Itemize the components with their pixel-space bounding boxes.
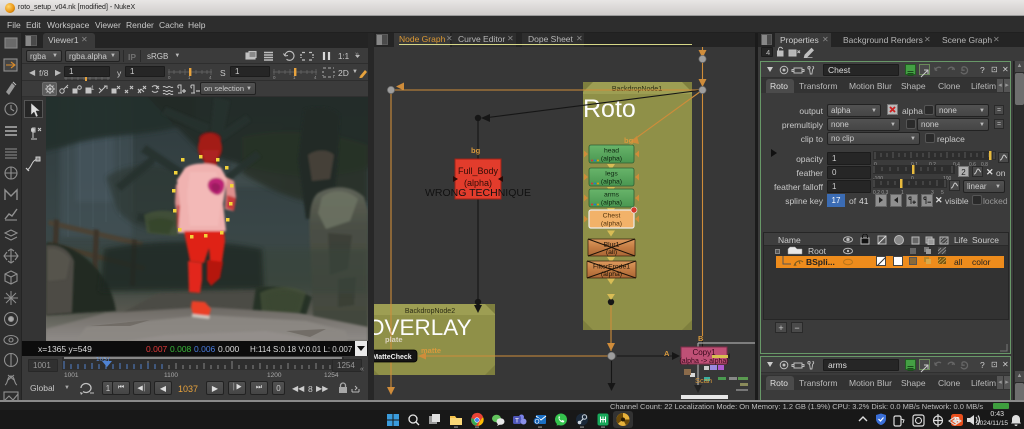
svg-text:Chest: Chest	[603, 213, 621, 220]
svg-text:(alpha): (alpha)	[601, 179, 622, 186]
svg-text:B: B	[698, 334, 704, 343]
svg-text:0: 0	[168, 75, 171, 79]
svg-text:bg: bg	[471, 146, 481, 155]
svg-text:4: 4	[209, 75, 212, 79]
svg-text:(alpha -> alpha): (alpha -> alpha)	[679, 358, 728, 365]
svg-text:(all): (all)	[606, 249, 617, 256]
svg-text:1: 1	[91, 86, 95, 92]
svg-text:A: A	[664, 349, 670, 358]
svg-text:legs: legs	[605, 171, 618, 178]
svg-text:(alpha): (alpha)	[601, 221, 622, 228]
svg-text:FilterErode1: FilterErode1	[593, 264, 630, 271]
svg-text:1:1: 1:1	[338, 52, 350, 61]
svg-text:(alpha): (alpha)	[601, 271, 622, 278]
svg-text:4: 4	[314, 75, 317, 79]
svg-text:matte: matte	[421, 346, 441, 355]
svg-text:5: 5	[941, 190, 944, 194]
svg-text:Full_Body: Full_Body	[458, 166, 499, 176]
svg-text:Scan: Scan	[695, 376, 712, 385]
svg-text:0: 0	[273, 75, 276, 79]
svg-text:T: T	[515, 418, 519, 425]
svg-text:BackdropNode2: BackdropNode2	[405, 308, 455, 315]
svg-text:WRONG TECHNIQUE: WRONG TECHNIQUE	[425, 187, 531, 199]
svg-text:arms: arms	[604, 192, 620, 199]
svg-text:(alpha): (alpha)	[601, 156, 622, 163]
svg-text:plate: plate	[385, 335, 403, 344]
svg-text:MatteCheck: MatteCheck	[374, 354, 412, 361]
svg-text:bg: bg	[624, 136, 634, 145]
svg-text:(alpha): (alpha)	[601, 200, 622, 207]
svg-text:Blur1: Blur1	[604, 242, 620, 249]
svg-text:1037: 1037	[96, 357, 111, 363]
svg-text:O: O	[534, 418, 539, 425]
svg-text:head: head	[604, 148, 619, 155]
